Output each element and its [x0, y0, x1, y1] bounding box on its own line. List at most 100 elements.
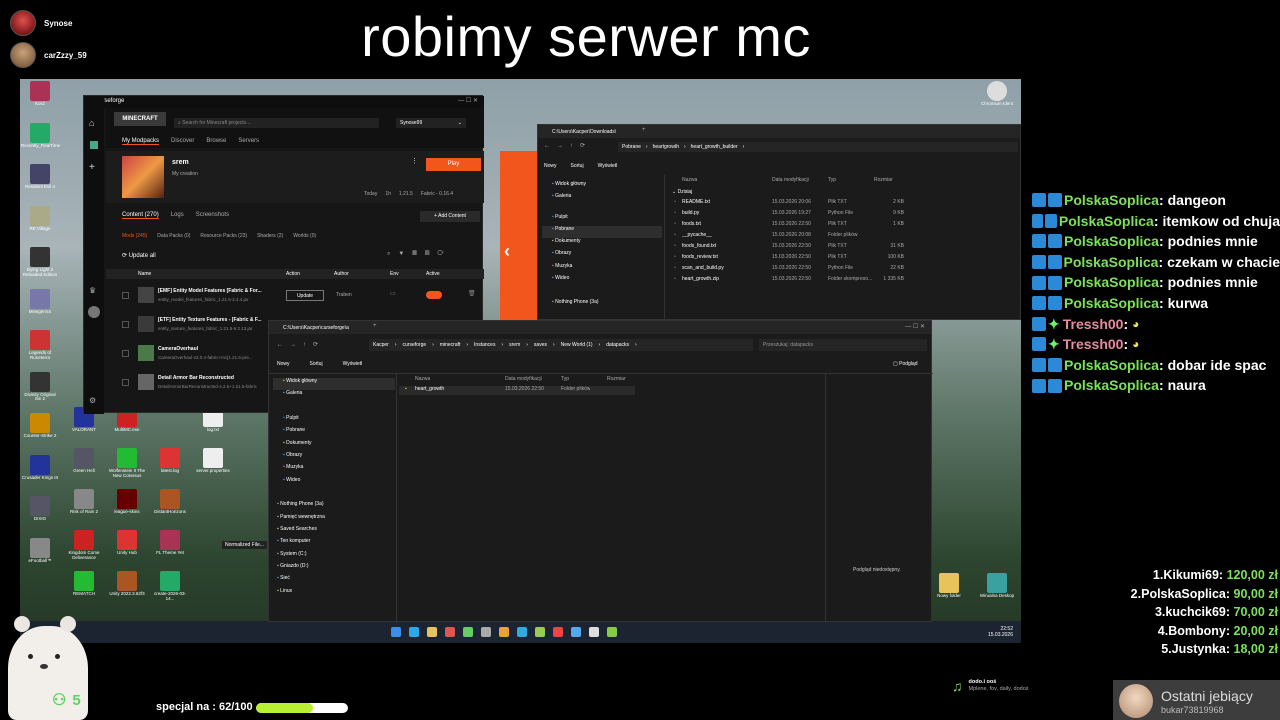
file-row[interactable]: ▫ foods_review.txt 15.03.2026 22:50 Plik TX…: [666, 254, 1022, 264]
taskbar-app-icon[interactable]: [570, 627, 581, 637]
nav-buttons[interactable]: ←→↑⟳: [544, 142, 592, 149]
desktop-icon-chromium[interactable]: Chromium Ident: [978, 81, 1016, 107]
filter-tab[interactable]: Mods (245): [122, 233, 147, 239]
column-header[interactable]: Data modyfikacji: [505, 376, 542, 382]
desktop-icon[interactable]: latest.log: [151, 448, 189, 474]
nav-item[interactable]: ▪ Pulpit: [273, 415, 395, 427]
add-icon[interactable]: +: [89, 162, 95, 173]
chat-username[interactable]: Tressh00: [1063, 314, 1124, 335]
breadcrumb-item[interactable]: heartgrowth: [653, 144, 679, 150]
chat-username[interactable]: PolskaSoplica: [1064, 231, 1159, 252]
column-header[interactable]: Typ: [561, 376, 569, 382]
nav-item[interactable]: ▪ Galeria: [273, 390, 395, 402]
desktop-icon[interactable]: create-2026-03-14...: [151, 571, 189, 602]
play-button[interactable]: Play: [426, 158, 481, 171]
chat-username[interactable]: PolskaSoplica: [1064, 190, 1159, 211]
taskbar-app-icon[interactable]: [390, 627, 401, 637]
tab-browse[interactable]: Browse: [206, 138, 226, 145]
desktop-icon[interactable]: Wolfenstein II The New Colossus: [108, 448, 146, 479]
breadcrumb-item[interactable]: saves: [534, 342, 547, 348]
nav-item[interactable]: ▪ Nothing Phone (3a): [542, 299, 662, 311]
chevron-left-icon[interactable]: ‹: [504, 241, 510, 262]
filter-tab[interactable]: Shaders (2): [257, 233, 283, 239]
desktop-icon[interactable]: Recently_RealTime: [21, 122, 60, 149]
chat-username[interactable]: PolskaSoplica: [1064, 293, 1159, 314]
tab-servers[interactable]: Servers: [238, 138, 259, 145]
tab-title[interactable]: C:\Users\Kacper\Downloads\: [552, 129, 616, 135]
taskbar-app-icon[interactable]: [606, 627, 617, 637]
tab-title[interactable]: C:\Users\Kacper\curseforge\a: [283, 325, 349, 331]
nav-item[interactable]: ▪ Gniazdo (D:): [273, 563, 395, 575]
desktop-icon[interactable]: Unity 2022.3.62f3: [108, 571, 146, 597]
tab-my-modpacks[interactable]: My Modpacks: [122, 138, 160, 145]
breadcrumb-item[interactable]: Instances: [474, 342, 495, 348]
file-row[interactable]: ▫ scan_and_build.py 15.03.2026 22:50 Python…: [666, 265, 1022, 275]
avatar[interactable]: [88, 306, 100, 318]
desktop-icon[interactable]: Kosz: [21, 81, 59, 107]
file-row[interactable]: ▫ foods.txt 15.03.2026 22:50 Plik TXT 1 KB: [666, 221, 1022, 231]
desktop-icon[interactable]: DIXIO: [21, 496, 59, 522]
column-header[interactable]: Rozmiar: [607, 376, 626, 382]
nav-item[interactable]: ▪ Widok główny: [273, 378, 395, 391]
filter-tab[interactable]: Worlds (0): [293, 233, 316, 239]
tab-discover[interactable]: Discover: [171, 138, 194, 145]
user-dropdown[interactable]: Synose99 ⌄: [396, 118, 466, 128]
checkbox[interactable]: [122, 379, 129, 386]
search-input[interactable]: ⌕ Search for Minecraft projects...: [174, 118, 379, 128]
toolbar-button[interactable]: Nowy: [277, 361, 290, 367]
file-row[interactable]: ▫ __pycache__ 15.03.2026 20:08 Folder plikó…: [666, 232, 1022, 242]
desktop-icon[interactable]: Divinity Original Sin 2: [21, 371, 59, 403]
nav-item[interactable]: ▪ Nothing Phone (3a): [273, 501, 395, 513]
desktop-icon[interactable]: league-skins: [108, 489, 146, 515]
nav-item[interactable]: ▪ Obrazy: [273, 452, 395, 464]
nav-item[interactable]: ▪ Wideo: [542, 275, 662, 287]
column-header[interactable]: Nazwa: [415, 376, 430, 382]
taskbar-app-icon[interactable]: [516, 627, 527, 637]
taskbar-app-icon[interactable]: [498, 627, 509, 637]
desktop-icon[interactable]: DistantHorizons: [151, 489, 189, 515]
file-row[interactable]: ▫ build.py 15.03.2026 19:27 Python File 9 KB: [666, 210, 1022, 220]
nav-item[interactable]: ▪ Dokumenty: [542, 238, 662, 250]
filter-tab[interactable]: Resource Packs (23): [200, 233, 247, 239]
taskbar-app-icon[interactable]: [462, 627, 473, 637]
desktop-icon-virtual-desktop[interactable]: Wirualna Deskop: [978, 573, 1016, 599]
taskbar-app-icon[interactable]: [552, 627, 563, 637]
nav-item[interactable]: ▪ Sieć: [273, 575, 395, 587]
toolbar-button[interactable]: Wyświetl: [343, 361, 363, 367]
desktop-icon[interactable]: FL Theme Yet: [151, 530, 189, 556]
column-header[interactable]: Data modyfikacji: [772, 177, 809, 183]
toolbar-button[interactable]: Nowy: [544, 163, 557, 169]
home-icon[interactable]: ⌂: [89, 118, 99, 128]
nav-item[interactable]: ▪ Pulpit: [542, 214, 662, 226]
nav-item[interactable]: ▪ Galeria: [542, 193, 662, 205]
chat-username[interactable]: PolskaSoplica: [1064, 252, 1159, 273]
nav-buttons[interactable]: ←→↑⟳: [277, 341, 325, 348]
nav-item[interactable]: ▪ System (C:): [273, 551, 395, 563]
file-row[interactable]: ▫ foods_found.txt 15.03.2026 22:50 Plik TXT…: [666, 243, 1022, 253]
search-input[interactable]: Przeszukaj: datapacks: [759, 339, 927, 351]
more-icon[interactable]: ⋮: [411, 157, 418, 165]
desktop-icon[interactable]: Resident Evil 4: [21, 164, 59, 190]
new-tab-icon[interactable]: +: [642, 127, 646, 133]
trash-icon[interactable]: 🗑: [468, 290, 476, 297]
column-header[interactable]: Nazwa: [682, 177, 697, 183]
desktop-icon[interactable]: Legends of Runeterra: [21, 330, 59, 361]
desktop-icon[interactable]: REMATCH: [65, 571, 103, 597]
details-button[interactable]: ▢ Podgląd: [893, 361, 917, 367]
breadcrumb-item[interactable]: heart_growth_builder: [691, 144, 738, 150]
nav-item[interactable]: ▪ Pobrane: [542, 225, 662, 239]
filter-tab[interactable]: Data Packs (0): [157, 233, 190, 239]
chat-username[interactable]: PolskaSoplica: [1064, 272, 1159, 293]
desktop-icon[interactable]: Risk of Rain 2: [65, 489, 103, 515]
breadcrumb-item[interactable]: curseforge: [403, 342, 427, 348]
table-row[interactable]: [EMF] Entity Model Features [Fabric & Fo…: [106, 283, 484, 311]
content-tab[interactable]: Content (270): [122, 212, 159, 219]
window-controls[interactable]: — ☐ ✕: [905, 323, 925, 330]
checkbox[interactable]: [122, 321, 129, 328]
update-button[interactable]: Update: [286, 290, 324, 301]
new-tab-icon[interactable]: +: [373, 323, 377, 329]
column-header[interactable]: Typ: [828, 177, 836, 183]
taskbar-clock[interactable]: 22:52 15.03.2026: [988, 626, 1013, 638]
list-tools[interactable]: ⌕▼▦▤⟳: [387, 251, 452, 258]
taskbar-app-icon[interactable]: [480, 627, 491, 637]
